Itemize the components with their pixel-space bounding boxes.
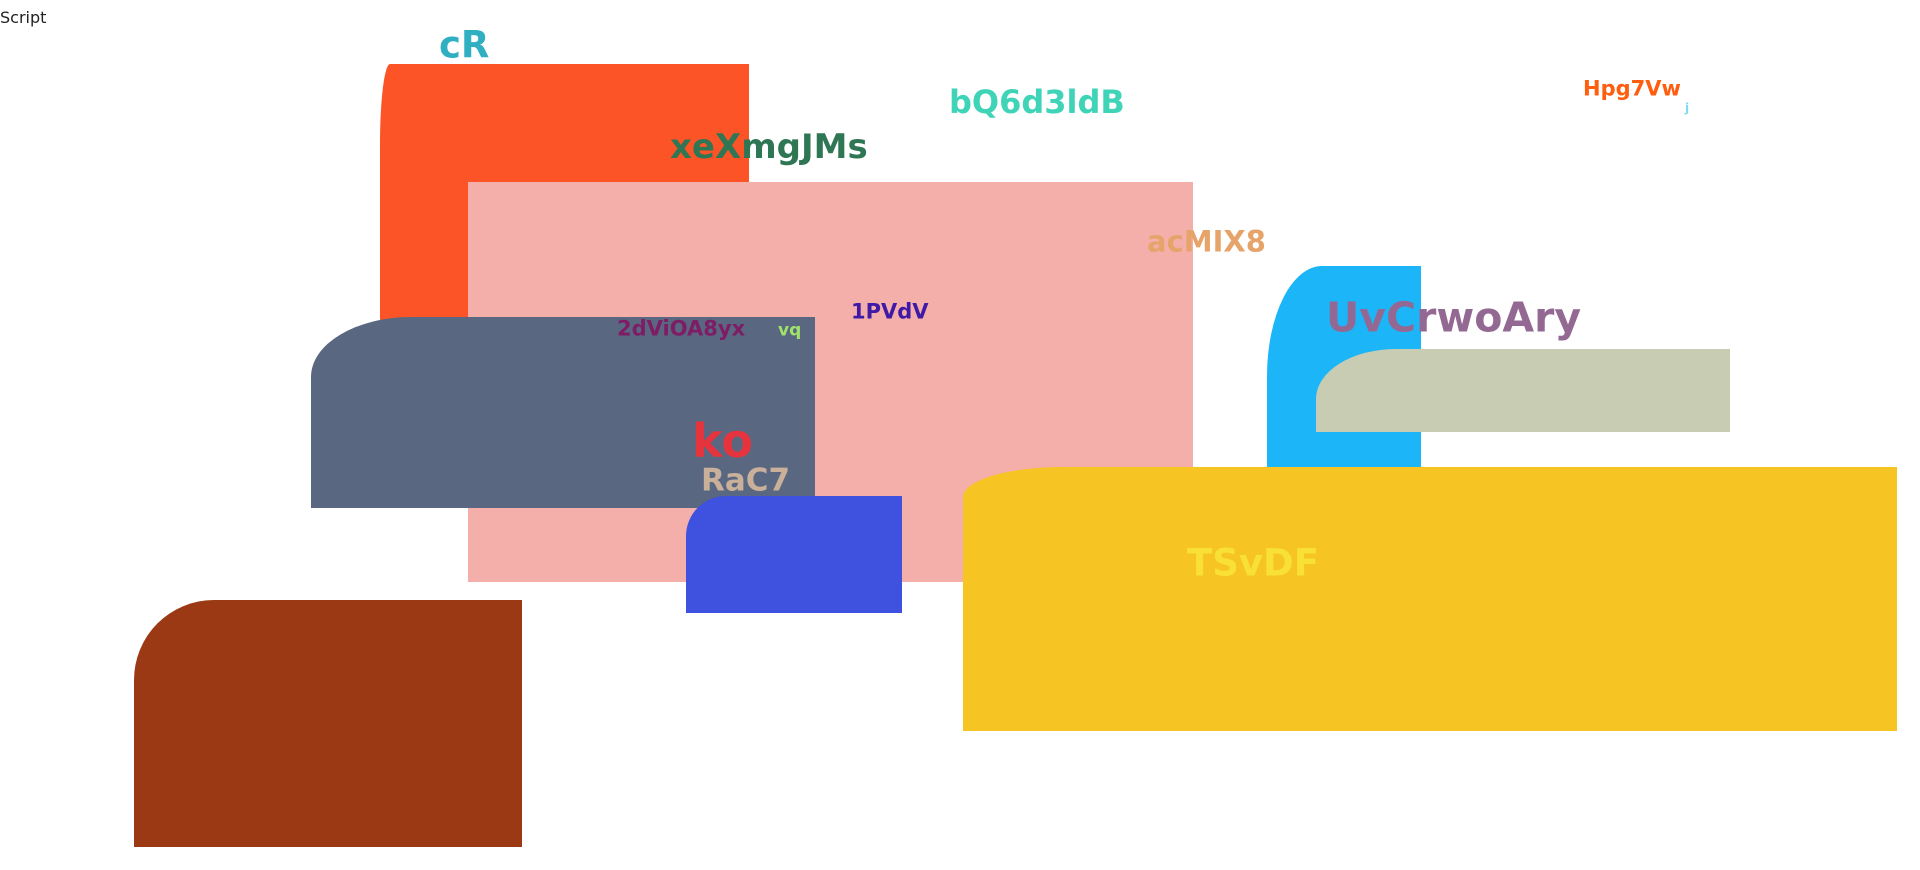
label-1PVdV: 1PVdV [851, 299, 929, 324]
label-Hpg7Vw: Hpg7Vw [1583, 76, 1681, 101]
sage-block [1316, 349, 1730, 432]
canvas: Script cR bQ6d3ldB Hpg7Vw j xeXmgJMs acM… [0, 0, 1920, 870]
label-ko: ko [692, 414, 753, 468]
label-RaC7: RaC7 [701, 462, 791, 499]
label-j: j [1685, 101, 1690, 115]
label-acMIX8: acMIX8 [1147, 224, 1266, 259]
royal-blue-block [686, 496, 902, 613]
label-vq: vq [778, 320, 802, 341]
label-bQ6d3ldB: bQ6d3ldB [949, 83, 1125, 121]
corner-label: Script [0, 8, 47, 27]
label-xeXmgJMs: xeXmgJMs [670, 127, 868, 167]
label-cR: cR [439, 23, 490, 67]
label-TSvDF: TSvDF [1187, 541, 1319, 585]
rust-block [134, 600, 522, 847]
yellow-block [963, 467, 1897, 731]
label-UvCrwoAry: UvCrwoAry [1326, 293, 1582, 342]
label-2dViOA8yx: 2dViOA8yx [617, 316, 746, 341]
